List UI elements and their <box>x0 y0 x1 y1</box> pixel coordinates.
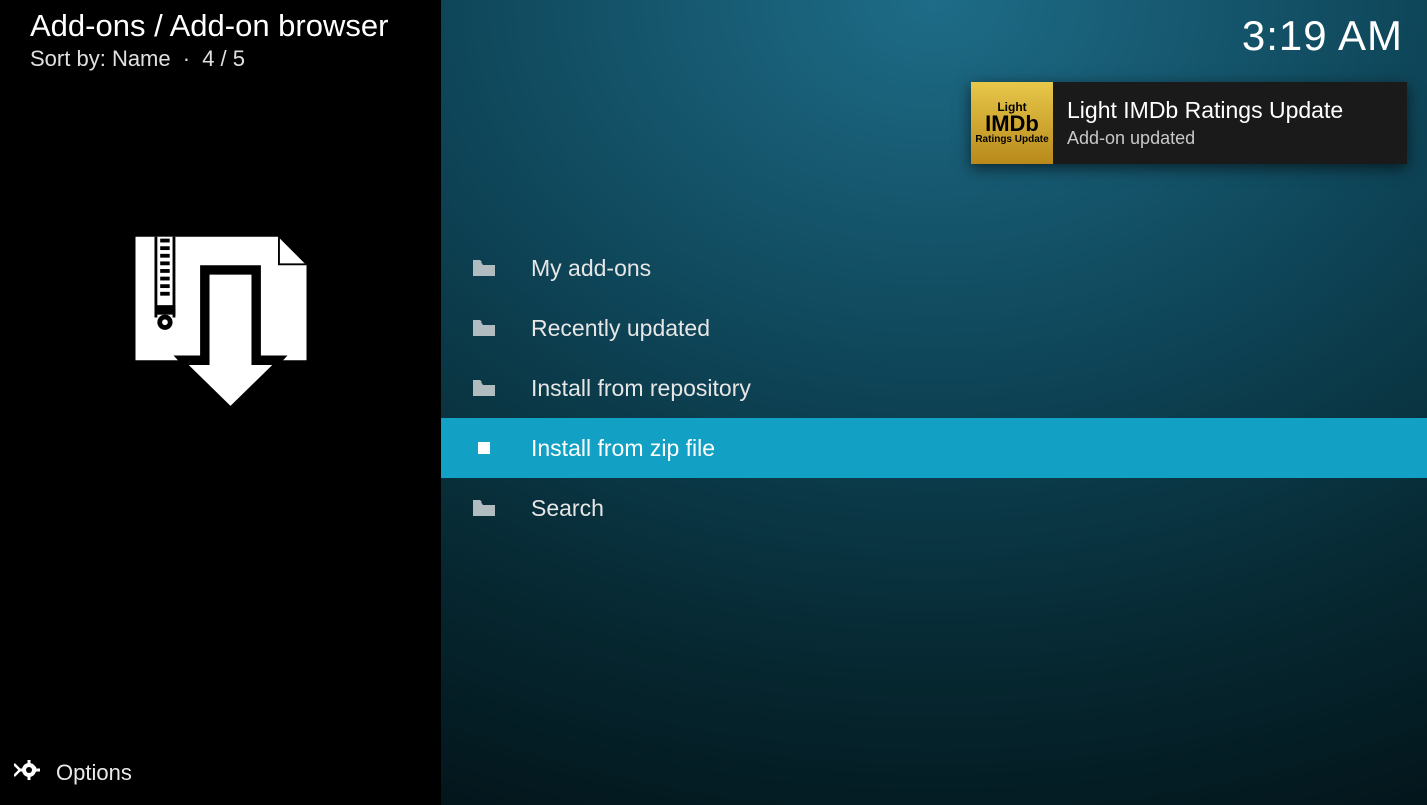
notification-subtitle: Add-on updated <box>1067 128 1343 149</box>
menu-item[interactable]: Search <box>441 478 1427 538</box>
separator-dot: · <box>183 46 190 71</box>
menu-item-label: Install from repository <box>531 375 751 402</box>
list-position: 4 / 5 <box>202 46 245 71</box>
menu-item[interactable]: Install from repository <box>441 358 1427 418</box>
options-label[interactable]: Options <box>56 760 132 786</box>
menu-list: My add-ons Recently updated Install from r… <box>441 238 1427 538</box>
toast-icon-line3: Ratings Update <box>975 135 1048 145</box>
notification-toast[interactable]: Light IMDb Ratings Update Light IMDb Rat… <box>971 82 1407 164</box>
sort-label: Sort by: <box>30 46 106 71</box>
notification-title: Light IMDb Ratings Update <box>1067 97 1343 124</box>
menu-item-label: Search <box>531 495 604 522</box>
clock: 3:19 AM <box>1242 12 1403 60</box>
folder-icon <box>471 258 497 278</box>
sidebar-header: Add-ons / Add-on browser Sort by: Name ·… <box>0 0 441 72</box>
main-panel: 3:19 AM Light IMDb Ratings Update Light … <box>441 0 1427 805</box>
menu-item[interactable]: Recently updated <box>441 298 1427 358</box>
notification-body: Light IMDb Ratings Update Add-on updated <box>1053 91 1357 155</box>
options-icon[interactable] <box>14 759 40 787</box>
menu-item-label: My add-ons <box>531 255 651 282</box>
menu-item[interactable]: Install from zip file <box>441 418 1427 478</box>
install-zip-icon <box>0 227 441 427</box>
folder-icon <box>471 378 497 398</box>
sidebar-footer: Options <box>0 741 441 805</box>
menu-item[interactable]: My add-ons <box>441 238 1427 298</box>
folder-icon <box>471 498 497 518</box>
sort-line: Sort by: Name · 4 / 5 <box>30 46 411 72</box>
toast-icon-line2: IMDb <box>985 113 1039 135</box>
app-root: Add-ons / Add-on browser Sort by: Name ·… <box>0 0 1427 805</box>
notification-icon: Light IMDb Ratings Update <box>971 82 1053 164</box>
folder-icon <box>471 318 497 338</box>
sort-value: Name <box>112 46 171 71</box>
menu-item-label: Recently updated <box>531 315 710 342</box>
file-icon <box>471 438 497 458</box>
sidebar: Add-ons / Add-on browser Sort by: Name ·… <box>0 0 441 805</box>
menu-item-label: Install from zip file <box>531 435 715 462</box>
breadcrumb: Add-ons / Add-on browser <box>30 8 411 44</box>
